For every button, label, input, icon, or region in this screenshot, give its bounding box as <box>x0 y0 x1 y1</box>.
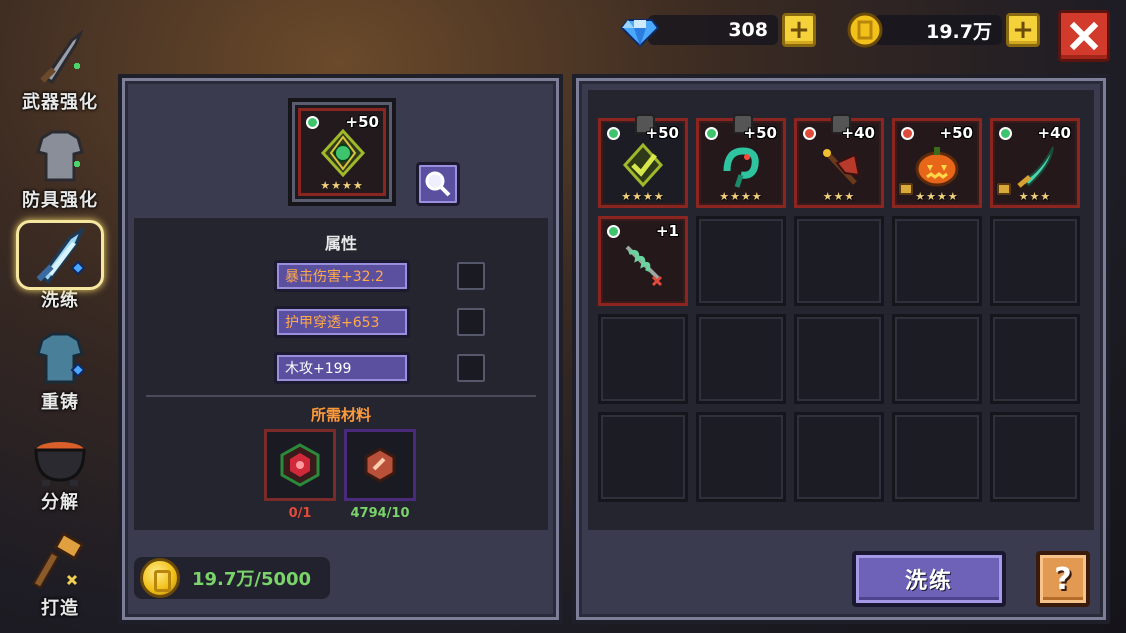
crystal-sword-icon <box>16 220 104 290</box>
item-stars: ★★★★ <box>621 190 665 203</box>
inventory-item-slot[interactable]: +50 ★★★★ <box>892 118 982 208</box>
material-slot-copper-stone[interactable] <box>344 429 416 501</box>
inventory-empty-slot[interactable] <box>598 314 688 404</box>
red-gem-icon <box>280 443 320 487</box>
inventory-empty-slot[interactable] <box>794 216 884 306</box>
help-button[interactable]: ? <box>1036 551 1090 607</box>
tab-label: 打造 <box>41 598 79 619</box>
inventory-empty-slot[interactable] <box>892 216 982 306</box>
attribute-row: 木攻+199 <box>274 351 410 385</box>
inventory-empty-slot[interactable] <box>794 412 884 502</box>
divider <box>146 395 536 397</box>
hammer-icon <box>28 531 92 594</box>
vine-staff-icon <box>625 245 663 287</box>
item-level: +1 <box>655 222 679 240</box>
inventory-empty-slot[interactable] <box>892 314 982 404</box>
inventory-empty-slot[interactable] <box>696 216 786 306</box>
add-gold-button[interactable]: + <box>1006 13 1040 47</box>
inventory-empty-slot[interactable] <box>794 314 884 404</box>
inventory-empty-slot[interactable] <box>990 412 1080 502</box>
inventory-empty-slot[interactable] <box>696 412 786 502</box>
tab-weapon-upgrade[interactable]: 武器强化 <box>10 22 110 114</box>
tab-dismantle[interactable]: 分解 <box>10 422 110 514</box>
sword-icon <box>28 26 92 88</box>
magnifier-icon <box>425 171 451 197</box>
item-level: +50 <box>645 124 679 142</box>
attribute-pill: 护甲穿透+653 <box>274 306 410 338</box>
quality-gem-icon <box>607 127 620 140</box>
gold-counter: 19.7万 + <box>846 10 1040 50</box>
materials-title: 所需材料 <box>310 406 371 424</box>
quality-gem-icon <box>306 116 319 129</box>
tab-label: 防具强化 <box>22 190 98 211</box>
inventory-empty-slot[interactable] <box>990 216 1080 306</box>
green-amulet-icon <box>622 142 664 188</box>
gold-coin-icon <box>140 558 180 598</box>
quality-gem-icon <box>803 127 816 140</box>
gold-coin-icon <box>847 12 883 48</box>
item-stars: ★★★★ <box>320 179 364 192</box>
inventory-item-slot[interactable]: +50 ★★★★ <box>598 114 688 208</box>
armor-icon <box>28 124 92 186</box>
lock-attribute-checkbox[interactable] <box>457 262 485 290</box>
item-level: +40 <box>1037 124 1071 142</box>
lock-attribute-checkbox[interactable] <box>457 354 485 382</box>
inventory-empty-slot[interactable] <box>990 314 1080 404</box>
selected-item-slot[interactable]: +50 ★★★★ <box>298 108 386 196</box>
quality-gem-icon <box>901 127 914 140</box>
inventory-empty-slot[interactable] <box>892 412 982 502</box>
attribute-row: 护甲穿透+653 <box>274 305 410 339</box>
tab-label: 重铸 <box>41 392 79 413</box>
tab-craft[interactable]: 打造 <box>10 528 110 620</box>
add-gems-button[interactable]: + <box>782 13 816 47</box>
red-axe-icon <box>823 149 861 185</box>
inventory-item-slot[interactable]: +50 ★★★★ <box>696 114 786 208</box>
quality-gem-icon <box>607 225 620 238</box>
lock-attribute-checkbox[interactable] <box>457 308 485 336</box>
material-count: 4794/10 <box>350 506 410 521</box>
tab-reforge[interactable]: 重铸 <box>10 322 110 414</box>
cauldron-icon <box>28 426 92 488</box>
refine-button[interactable]: 洗练 <box>852 551 1006 607</box>
gold-amount: 19.7万 <box>874 15 1002 45</box>
chest-armor-icon <box>28 326 92 388</box>
tab-refine[interactable]: 洗练 <box>10 220 110 312</box>
inspect-button[interactable] <box>416 162 460 206</box>
green-amulet-icon <box>320 129 366 177</box>
tab-armor-upgrade[interactable]: 防具强化 <box>10 120 110 212</box>
inventory-item-slot[interactable]: +1 <box>598 216 688 306</box>
tab-label: 武器强化 <box>22 92 98 113</box>
gold-cost: 19.7万/5000 <box>192 569 312 590</box>
copper-stone-icon <box>364 447 396 483</box>
gold-cost-bar: 19.7万/5000 <box>134 557 330 599</box>
material-slot-red-gem[interactable] <box>264 429 336 501</box>
item-stars: ★★★★ <box>915 190 959 203</box>
material-count: 0/1 <box>288 506 312 521</box>
pumpkin-icon <box>915 147 959 187</box>
attribute-pill: 木攻+199 <box>274 352 410 384</box>
jade-blade-icon <box>1017 146 1054 188</box>
attribute-pill: 暴击伤害+32.2 <box>274 260 410 292</box>
item-level: +40 <box>841 124 875 142</box>
quality-gem-icon <box>705 127 718 140</box>
item-level: +50 <box>743 124 777 142</box>
inventory-empty-slot[interactable] <box>598 412 688 502</box>
item-stars: ★★★ <box>1018 190 1052 203</box>
inventory-item-slot[interactable]: +40 ★★★ <box>990 118 1080 208</box>
attribute-row: 暴击伤害+32.2 <box>274 259 410 293</box>
item-stars: ★★★ <box>822 190 856 203</box>
inventory-item-slot[interactable]: +40 ★★★ <box>794 114 884 208</box>
tab-label: 分解 <box>41 492 79 513</box>
inventory-empty-slot[interactable] <box>696 314 786 404</box>
item-stars: ★★★★ <box>719 190 763 203</box>
quality-gem-icon <box>999 127 1012 140</box>
attributes-title: 属性 <box>324 234 357 253</box>
diamond-icon <box>620 19 660 48</box>
close-button[interactable] <box>1058 10 1110 62</box>
snake-staff-icon <box>723 147 759 188</box>
close-icon <box>1069 21 1099 51</box>
gem-counter: 308 + <box>620 10 816 50</box>
item-level: +50 <box>939 124 973 142</box>
gem-amount: 308 <box>648 15 778 45</box>
